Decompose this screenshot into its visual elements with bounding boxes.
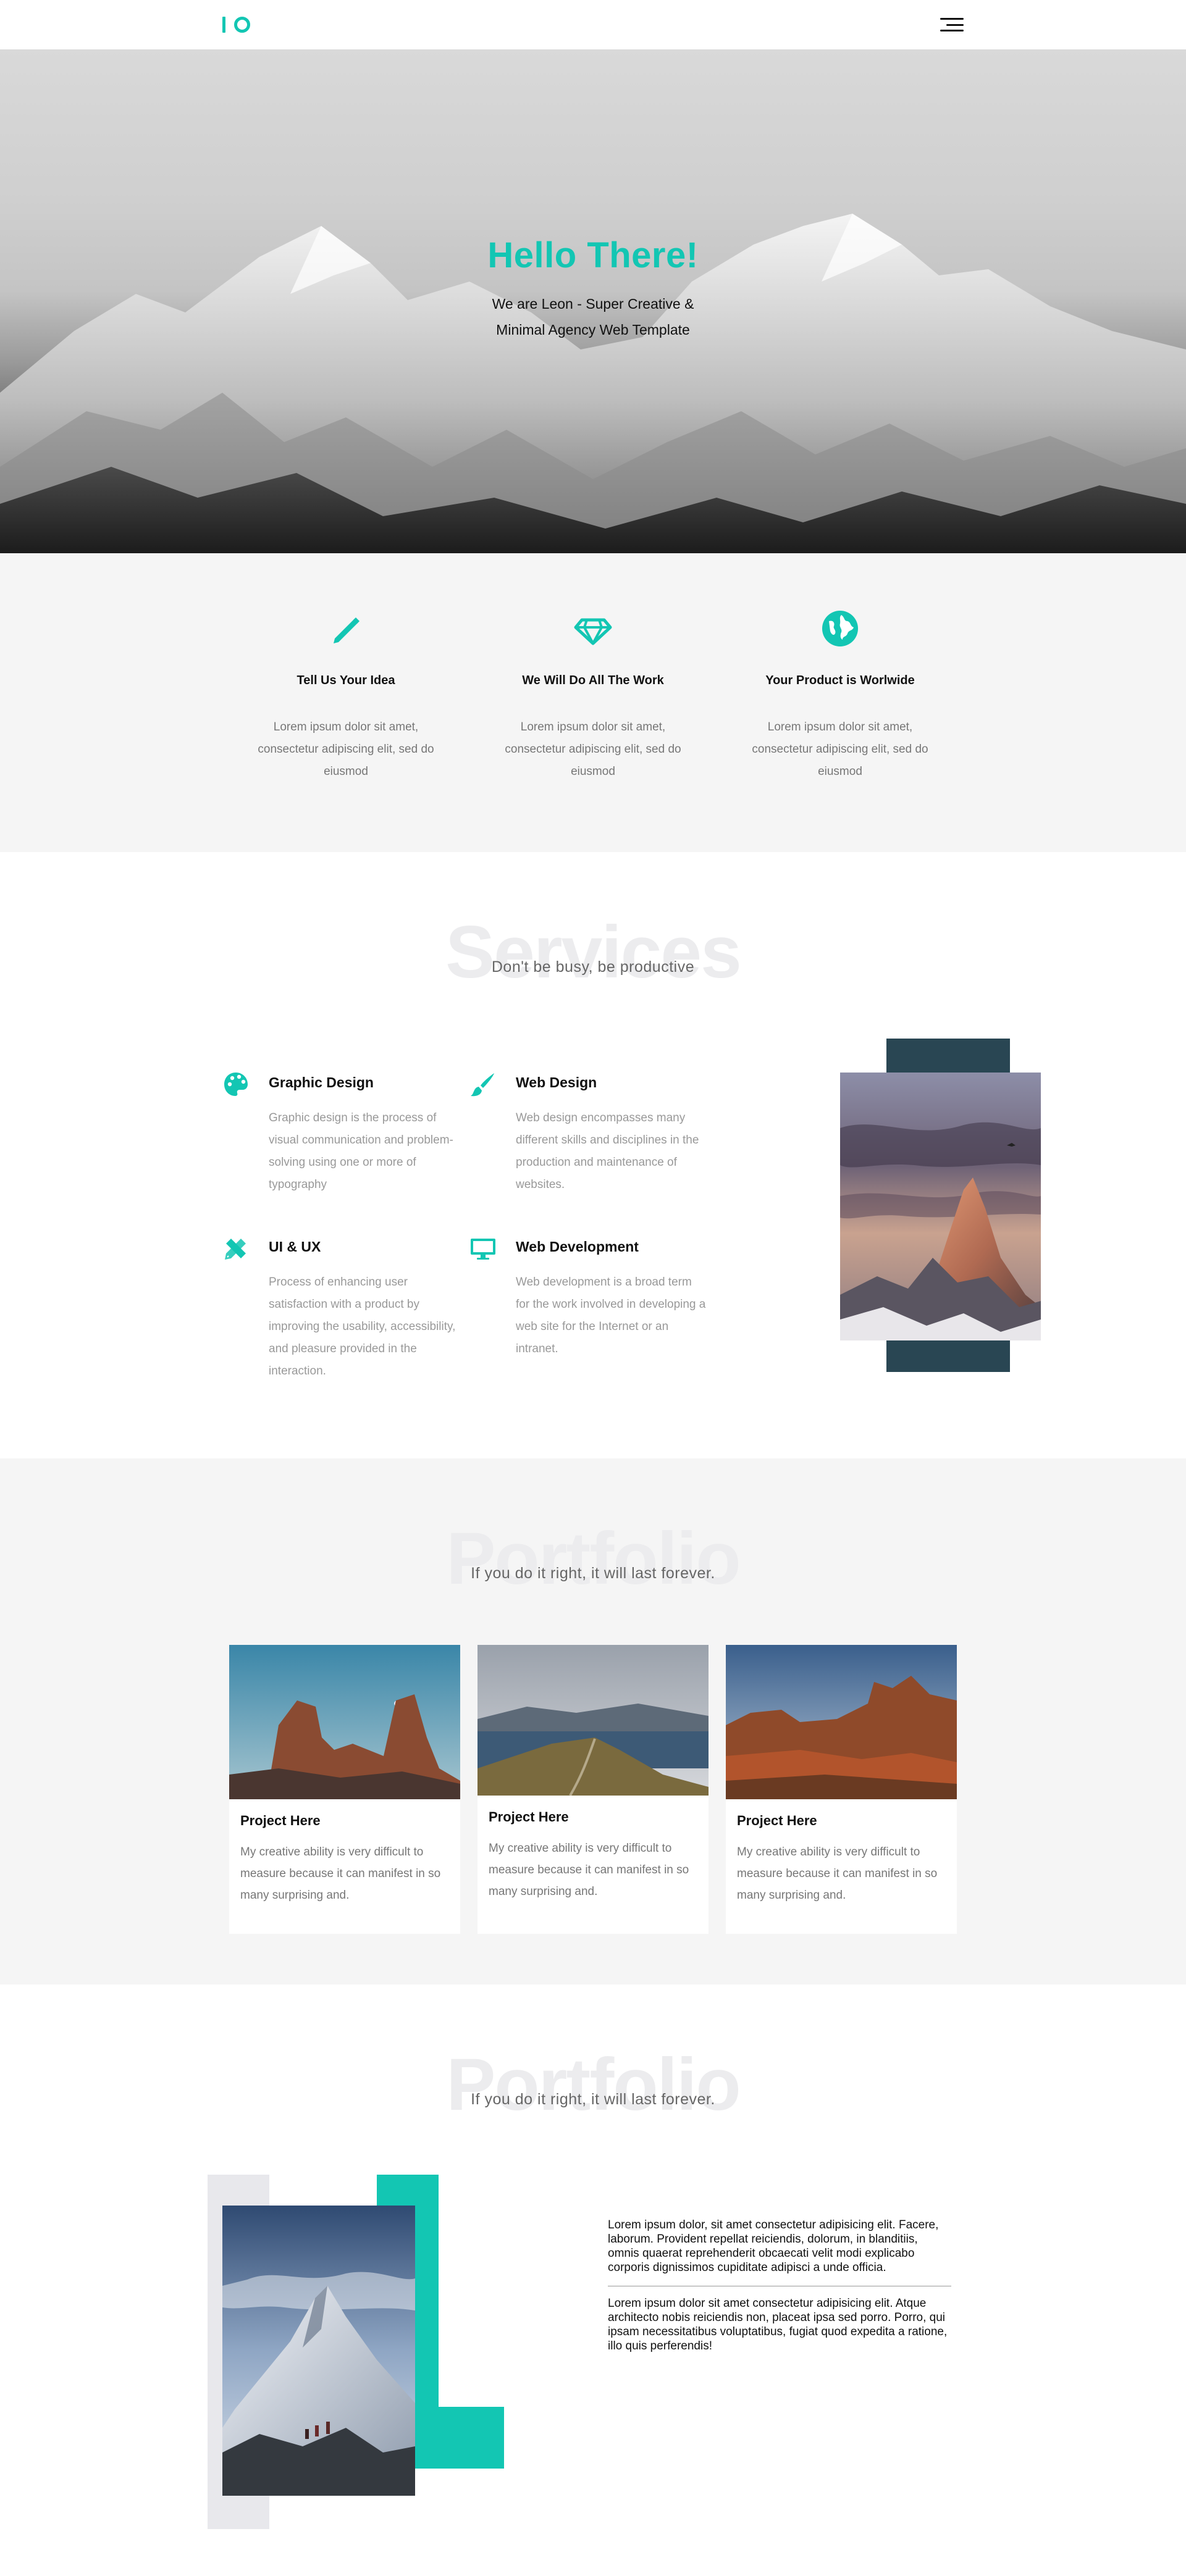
project-card[interactable]: Project Here My creative ability is very… (726, 1645, 957, 1934)
project-text: My creative ability is very difficult to… (489, 1842, 689, 1898)
project-title: Project Here (240, 1813, 321, 1828)
portfolio-subtitle: If you do it right, it will last forever… (471, 1565, 715, 1582)
logo[interactable] (222, 17, 250, 33)
service-title: Graphic Design (269, 1074, 374, 1090)
mountain-peak-illustration (840, 1073, 1041, 1340)
feature-text: Lorem ipsum dolor sit amet, consectetur … (505, 721, 681, 778)
project-image (477, 1645, 709, 1796)
service-item: Graphic Design Graphic design is the pro… (222, 1071, 453, 1196)
brush-icon (471, 1073, 494, 1097)
service-text: Web design encompasses many different sk… (516, 1111, 699, 1191)
hero-section: Hello There! We are Leon - Super Creativ… (0, 49, 1186, 553)
portfolio-cards: Project Here My creative ability is very… (229, 1645, 957, 1934)
service-item: Web Design Web design encompasses many d… (469, 1071, 699, 1196)
services-section: Services Don't be busy, be productive Gr… (0, 852, 1186, 1458)
portfolio2-heading: Portfolio If you do it right, it will la… (0, 2041, 1186, 2128)
project-text: My creative ability is very difficult to… (737, 1846, 938, 1902)
portfolio-ghost-title: Portfolio (446, 1517, 741, 1600)
services-subtitle: Don't be busy, be productive (491, 958, 695, 976)
hamburger-menu-icon[interactable] (940, 17, 964, 33)
project-image (229, 1645, 460, 1799)
project-card[interactable]: Project Here My creative ability is very… (477, 1645, 709, 1934)
services-heading: Services Don't be busy, be productive (0, 909, 1186, 995)
hero-title: Hello There! (487, 235, 699, 275)
top-navbar (0, 0, 1186, 49)
service-text: Graphic design is the process of visual … (269, 1111, 453, 1191)
feature-title: We Will Do All The Work (522, 674, 664, 687)
portfolio-section: Portfolio If you do it right, it will la… (0, 1458, 1186, 1984)
diamond-icon (574, 618, 612, 645)
service-text: Web development is a broad term for the … (516, 1276, 706, 1355)
portfolio2-paragraph-1: Lorem ipsum dolor, sit amet consectetur … (608, 2218, 939, 2274)
portfolio2-ghost-title: Portfolio (446, 2043, 741, 2126)
hero-subtitle: We are Leon - Super Creative & Minimal A… (492, 296, 694, 338)
hamburger-line (940, 18, 964, 20)
feature-text: Lorem ipsum dolor sit amet, consectetur … (258, 721, 434, 778)
logo-ring-mark (234, 17, 250, 33)
project-text: My creative ability is very difficult to… (240, 1846, 441, 1902)
mountain-peak-image (840, 1073, 1041, 1340)
portfolio2-paragraph-2: Lorem ipsum dolor sit amet consectetur a… (608, 2297, 948, 2352)
logo-bar-mark (222, 17, 225, 33)
project-title: Project Here (737, 1813, 817, 1828)
service-title: UI & UX (269, 1239, 321, 1255)
feature-item: Your Product is Worlwide Lorem ipsum dol… (717, 609, 964, 783)
desktop-icon (471, 1239, 495, 1260)
globe-icon (822, 611, 858, 646)
services-grid: Graphic Design Graphic design is the pro… (222, 1039, 1041, 1421)
service-title: Web Design (516, 1074, 597, 1090)
portfolio2-grid: Lorem ipsum dolor, sit amet consectetur … (208, 2175, 964, 2570)
desert-rock-illustration (229, 1645, 460, 1799)
pencil-icon (334, 617, 360, 643)
snowy-summit-illustration (222, 2206, 415, 2496)
portfolio-heading: Portfolio If you do it right, it will la… (0, 1515, 1186, 1602)
feature-title: Tell Us Your Idea (296, 674, 395, 687)
palette-icon (224, 1073, 248, 1096)
feature-text: Lorem ipsum dolor sit amet, consectetur … (752, 721, 928, 778)
service-item: UI & UX Process of enhancing user satisf… (222, 1235, 455, 1382)
project-image (726, 1645, 957, 1799)
feature-item: We Will Do All The Work Lorem ipsum dolo… (469, 609, 717, 783)
features-section: Tell Us Your Idea Lorem ipsum dolor sit … (0, 553, 1186, 852)
hero-text-block: Hello There! We are Leon - Super Creativ… (0, 235, 1186, 343)
hamburger-line (940, 30, 964, 31)
portfolio-feature-section: Portfolio If you do it right, it will la… (0, 1984, 1186, 2576)
climbers-mountain-image (222, 2206, 415, 2496)
service-title: Web Development (516, 1239, 639, 1255)
canyon-illustration (726, 1645, 957, 1799)
project-title: Project Here (489, 1809, 569, 1825)
portfolio2-subtitle: If you do it right, it will last forever… (471, 2091, 715, 2108)
pencil-ruler-icon (225, 1239, 246, 1260)
feature-title: Your Product is Worlwide (765, 674, 915, 687)
portfolio2-text-block: Lorem ipsum dolor, sit amet consectetur … (608, 2218, 951, 2353)
project-card[interactable]: Project Here My creative ability is very… (229, 1645, 460, 1934)
service-text: Process of enhancing user satisfaction w… (269, 1276, 456, 1378)
lake-ridge-illustration (477, 1645, 709, 1796)
service-item: Web Development Web development is a bro… (469, 1235, 705, 1360)
services-ghost-title: Services (445, 911, 742, 993)
feature-item: Tell Us Your Idea Lorem ipsum dolor sit … (222, 609, 469, 783)
hamburger-line (946, 23, 964, 26)
